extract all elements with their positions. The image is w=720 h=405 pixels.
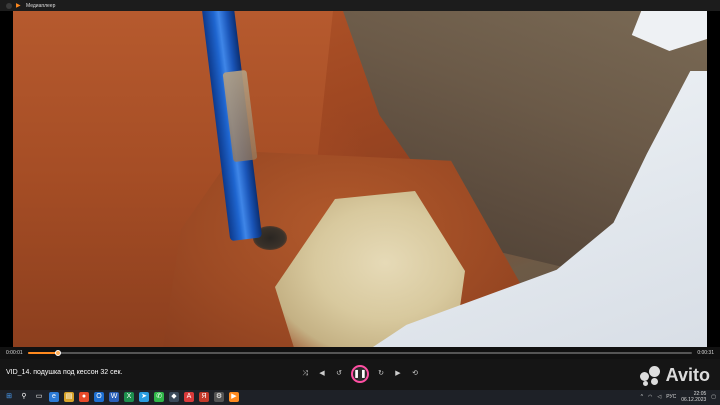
control-bar: VID_14. подушка под кессон 32 сек. ⤨ ◀ ↺… (0, 359, 720, 390)
notifications-icon[interactable]: ▢ (711, 394, 716, 400)
shuffle-icon[interactable]: ⤨ (300, 369, 310, 379)
back-button[interactable] (6, 2, 12, 9)
clock-date: 06.12.2023 (681, 397, 707, 403)
word-icon[interactable]: W (109, 392, 119, 402)
taskbar: ⊞ ⚲ ▭ e ▤ ● O W X ➤ ✆ ◆ A Я ⚙ ▶ ^ ◠ ◁ РУ… (0, 390, 720, 405)
video-title: VID_14. подушка под кессон 32 сек. (6, 369, 123, 376)
next-icon[interactable]: ▶ (393, 369, 403, 379)
total-time: 0:00:31 (697, 350, 714, 356)
repeat-icon[interactable]: ⟲ (410, 369, 420, 379)
seek-slider[interactable] (28, 350, 692, 356)
timeline-bar: 0:00:01 0:00:31 (0, 347, 720, 359)
window-titlebar: ▶ Медиаплеер (0, 0, 720, 11)
search-icon[interactable]: ⚲ (19, 392, 29, 402)
outlook-icon[interactable]: O (94, 392, 104, 402)
whatsapp-icon[interactable]: ✆ (154, 392, 164, 402)
taskbar-icons: ⊞ ⚲ ▭ e ▤ ● O W X ➤ ✆ ◆ A Я ⚙ ▶ (4, 392, 239, 402)
volume-icon[interactable]: ◁ (657, 394, 661, 400)
seek-thumb[interactable] (55, 350, 61, 356)
window-title: Медиаплеер (26, 2, 56, 9)
system-tray: ^ ◠ ◁ РУС 22:05 06.12.2023 ▢ (641, 391, 716, 403)
forward-icon[interactable]: ↻ (376, 369, 386, 379)
avito-logo-icon (639, 365, 662, 386)
seek-progress (28, 352, 58, 354)
pdf-icon[interactable]: A (184, 392, 194, 402)
media-player-icon[interactable]: ▶ (229, 392, 239, 402)
wifi-icon[interactable]: ◠ (648, 394, 652, 400)
file-explorer-icon[interactable]: ▤ (64, 392, 74, 402)
tray-chevron-icon[interactable]: ^ (641, 394, 643, 400)
previous-icon[interactable]: ◀ (317, 369, 327, 379)
language-indicator[interactable]: РУС (666, 394, 676, 400)
chrome-icon[interactable]: ● (79, 392, 89, 402)
app-icon[interactable]: ◆ (169, 392, 179, 402)
pause-button[interactable]: ❚❚ (351, 365, 369, 383)
telegram-icon[interactable]: ➤ (139, 392, 149, 402)
edge-icon[interactable]: e (49, 392, 59, 402)
avito-watermark-text: Avito (665, 365, 710, 385)
yandex-icon[interactable]: Я (199, 392, 209, 402)
playback-controls: ⤨ ◀ ↺ ❚❚ ↻ ▶ ⟲ (300, 363, 420, 385)
clock[interactable]: 22:05 06.12.2023 (681, 391, 706, 403)
play-icon: ▶ (16, 2, 21, 9)
task-view-icon[interactable]: ▭ (34, 392, 44, 402)
current-time: 0:00:01 (6, 350, 23, 356)
settings-icon[interactable]: ⚙ (214, 392, 224, 402)
avito-watermark: Avito (639, 365, 710, 386)
excel-icon[interactable]: X (124, 392, 134, 402)
rewind-icon[interactable]: ↺ (334, 369, 344, 379)
windows-start-icon[interactable]: ⊞ (4, 392, 14, 402)
video-frame[interactable] (13, 11, 707, 347)
